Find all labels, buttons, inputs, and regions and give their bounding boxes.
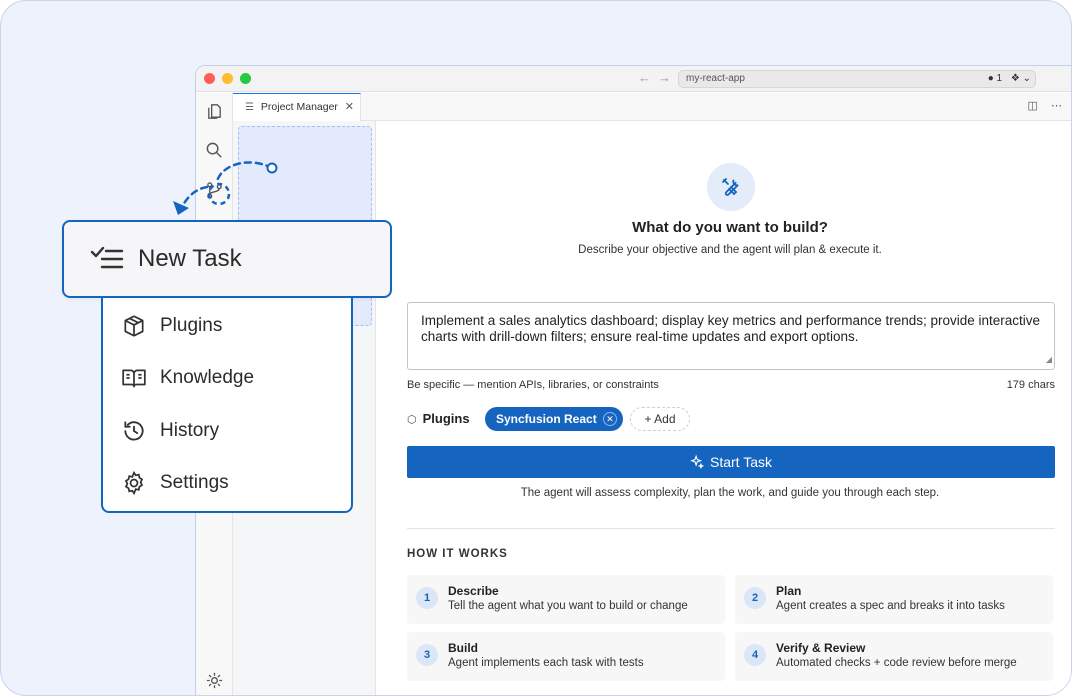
page-subtitle: Describe your objective and the agent wi… [578,244,882,256]
step-card: 1 Describe Tell the agent what you want … [407,575,725,624]
tools-icon [707,163,755,211]
menu-item-settings[interactable]: Settings [121,468,229,498]
resize-grip-icon[interactable]: ◢ [1046,352,1052,368]
start-note: The agent will assess complexity, plan t… [520,487,940,499]
section-divider [407,528,1055,529]
menu-item-plugins[interactable]: Plugins [121,311,222,341]
input-hint: Be specific — mention APIs, libraries, o… [407,379,659,391]
history-icon [121,418,147,444]
remove-plugin-icon[interactable]: ✕ [603,412,617,426]
objective-text: Implement a sales analytics dashboard; d… [421,313,1041,344]
objective-textarea[interactable]: Implement a sales analytics dashboard; d… [407,302,1055,370]
command-center-label: my-react-app [686,73,745,84]
plugins-label-text: Plugins [422,411,470,426]
menu-item-label: Settings [160,472,229,493]
close-window-button[interactable] [204,73,215,84]
command-center[interactable]: my-react-app ● 1 ❖ ⌄ [678,70,1036,88]
step-description: Tell the agent what you want to build or… [448,600,688,612]
step-title: Describe [448,584,499,598]
menu-item-knowledge[interactable]: Knowledge [121,363,254,393]
plugins-label: ⬡ Plugins [407,411,470,426]
step-card: 3 Build Agent implements each task with … [407,632,725,681]
close-icon[interactable]: ✕ [345,94,354,120]
more-actions-icon[interactable]: ⋯ [1051,100,1062,112]
page-title: What do you want to build? [632,219,828,236]
step-number: 1 [416,587,438,609]
char-count: 179 chars [1006,379,1055,391]
back-arrow-icon[interactable]: ← [638,70,651,85]
title-bar: ← → my-react-app ● 1 ❖ ⌄ [196,66,1071,92]
list-icon: ☰ [245,102,254,113]
step-card: 2 Plan Agent creates a spec and breaks i… [735,575,1053,624]
step-number: 2 [744,587,766,609]
step-title: Build [448,641,478,655]
step-title: Plan [776,584,802,598]
step-description: Automated checks + code review before me… [776,657,1017,669]
maximize-window-button[interactable] [240,73,251,84]
editor-actions: ◫ ⋯ [1018,99,1062,112]
step-title: Verify & Review [776,641,866,655]
step-number: 3 [416,644,438,666]
nav-menu-panel: Plugins Knowledge History Settings [101,271,353,513]
forward-arrow-icon[interactable]: → [658,70,671,85]
status-count[interactable]: ● 1 [988,73,1002,84]
menu-item-label: History [160,420,220,441]
how-it-works-heading: HOW IT WORKS [407,548,508,560]
new-task-label: New Task [138,245,242,272]
project-manager-view: What do you want to build? Describe your… [376,121,1071,695]
new-task-button[interactable]: New Task [62,220,392,298]
step-description: Agent implements each task with tests [448,657,644,669]
menu-item-label: Knowledge [160,367,255,388]
tab-bar: ☰ Project Manager ✕ ◫ ⋯ [233,93,1071,121]
copilot-icon[interactable]: ❖ ⌄ [1011,73,1031,84]
canvas-frame: ← → my-react-app ● 1 ❖ ⌄ ☰ Project Manag… [0,0,1072,696]
plugin-chip-label: Syncfusion React [496,412,597,426]
split-editor-icon[interactable]: ◫ [1028,100,1038,112]
box-icon [121,313,147,339]
tab-project-manager[interactable]: ☰ Project Manager ✕ [233,93,361,121]
menu-item-label: Plugins [160,315,223,336]
plugin-chip[interactable]: Syncfusion React ✕ [485,407,623,431]
step-number: 4 [744,644,766,666]
start-task-label: Start Task [710,454,772,470]
tab-label: Project Manager [260,101,338,113]
checklist-icon [90,244,124,274]
book-icon [121,365,147,391]
menu-item-history[interactable]: History [121,416,219,446]
step-card: 4 Verify & Review Automated checks + cod… [735,632,1053,681]
plugins-row: ⬡ Plugins Syncfusion React ✕ + Add [407,407,1055,431]
explorer-icon[interactable] [205,102,224,121]
step-description: Agent creates a spec and breaks it into … [776,600,1005,612]
add-plugin-button[interactable]: + Add [630,407,690,431]
start-task-button[interactable]: Start Task [407,446,1055,478]
settings-gear-icon[interactable] [205,671,224,690]
gear-icon [121,470,147,496]
sparkle-icon [690,455,704,469]
box-icon: ⬡ [407,414,417,426]
drag-arrow-icon [173,161,278,215]
minimize-window-button[interactable] [222,73,233,84]
